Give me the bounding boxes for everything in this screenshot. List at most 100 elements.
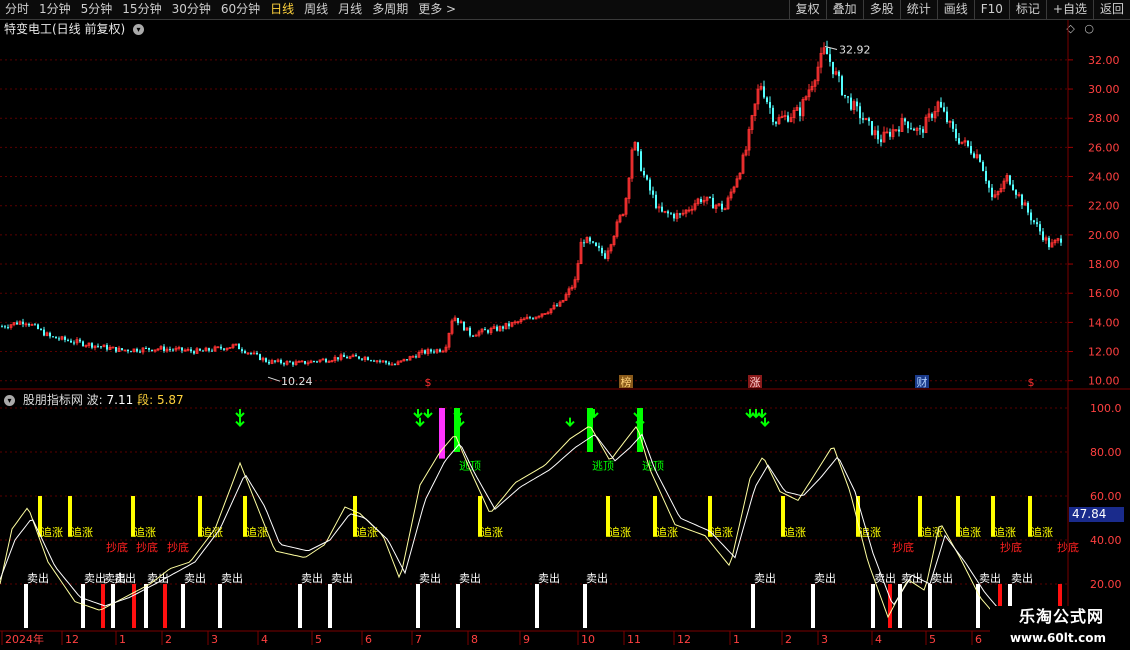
candle-body [1015,190,1017,195]
candle-body [163,346,165,351]
escape-signal-label: 逃顶 [642,460,664,473]
candle-body [7,327,9,329]
sell-signal-bar [751,584,755,628]
candle-body [955,128,957,139]
date-tick-label: 4 [261,633,268,646]
magenta-signal-bar [439,408,445,459]
candle-body [889,131,891,137]
candle-body [16,322,18,325]
price-tick-label: 10.00 [1088,375,1120,388]
indicator-name: 股朋指标网 [22,393,83,407]
price-tick-label: 32.00 [1088,54,1120,67]
indicator-tick-label: 40.00 [1090,534,1122,547]
candle-body [355,355,357,357]
candle-body [673,213,675,219]
event-marker: $ [425,376,432,389]
candle-body [55,336,57,339]
candle-body [406,359,408,361]
candle-body [799,107,801,116]
candle-body [592,241,594,243]
candle-body [457,317,459,323]
candle-body [766,97,768,103]
candle-body [82,341,84,346]
candle-body [70,340,72,343]
chevron-down-icon[interactable]: ▾ [4,395,15,406]
sell-signal-label: 卖出 [301,571,323,585]
candle-body [655,194,657,208]
candle-body [127,349,129,352]
candle-body [439,349,441,352]
price-tick-label: 14.00 [1088,316,1120,329]
kline-chart[interactable]: 32.00 30.00 28.00 26.00 24.00 22.00 20.00 18.00… [0,0,1130,650]
candle-body [679,213,681,215]
candle-body [862,118,864,120]
candle-body [868,118,870,122]
bottom-signal-label: 抄底 [892,540,914,554]
candle-body [1027,202,1029,213]
candle-body [1033,220,1035,223]
sell-signal-bar [144,584,148,628]
price-tick-label: 28.00 [1088,112,1120,125]
bottom-signal-bar [132,584,136,628]
candle-body [1048,237,1050,248]
sell-signal-bar [24,584,28,628]
candle-body [1030,212,1032,221]
bottom-signal-label: 抄底 [167,540,189,554]
candle-body [325,359,327,362]
candle-body [646,175,648,180]
candle-body [979,154,981,162]
buy-signal-label: 追涨 [959,525,981,539]
candle-body [208,348,210,351]
candle-body [595,242,597,246]
candle-body [670,213,672,215]
date-tick-label: 10 [581,633,595,646]
candle-body [223,348,225,350]
date-tick-label: 6 [365,633,372,646]
candle-body [841,76,843,95]
sell-signal-bar [218,584,222,628]
sell-signal-bar [81,584,85,628]
indicator-tick-label: 60.00 [1090,490,1122,503]
candle-body [316,361,318,363]
candle-body [388,362,390,365]
bottom-signal-label: 抄底 [1000,540,1022,554]
candle-body [121,348,123,351]
buy-signal-label: 追涨 [656,525,678,539]
event-marker: $ [1028,376,1035,389]
sell-signal-label: 卖出 [931,571,953,585]
candle-body [991,187,993,198]
candle-body [241,349,243,352]
candle-body [415,356,417,358]
candle-body [667,211,669,214]
candle-body [496,326,498,331]
candle-body [838,71,840,77]
sell-signal-label: 卖出 [874,571,896,585]
date-tick-label: 1 [733,633,740,646]
green-down-arrow-icon [423,409,433,419]
date-tick-label: 5 [315,633,322,646]
candle-body [111,346,115,349]
candle-body [169,349,171,351]
candle-body [1042,231,1044,241]
sell-signal-label: 卖出 [419,571,441,585]
candle-body [907,121,909,129]
candle-body [763,86,765,98]
seg-value: 5.87 [156,393,184,407]
candle-body [721,203,723,210]
candle-body [859,106,861,119]
sell-signal-bar [811,584,815,628]
sell-signal-label: 卖出 [979,571,1001,585]
date-tick-label: 5 [929,633,936,646]
buy-signal-label: 追涨 [41,525,63,539]
candle-body [280,359,282,364]
candle-body [787,115,789,122]
candle-body [589,237,591,242]
candle-body [370,360,372,362]
candle-body [832,61,834,75]
candle-body [151,349,153,352]
date-tick-label: 2 [785,633,792,646]
sell-signal-bar [535,584,539,628]
wave-label: 波: [86,393,103,407]
candle-body [463,321,465,331]
candle-body [850,97,852,110]
